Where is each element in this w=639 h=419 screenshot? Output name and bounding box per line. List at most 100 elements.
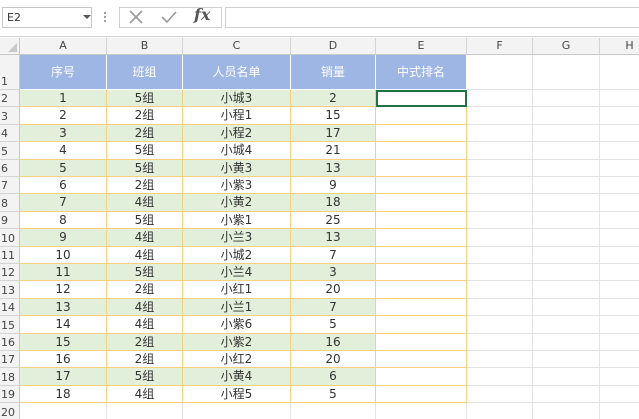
cell-f1[interactable] — [467, 55, 533, 90]
cell-f2[interactable] — [467, 90, 533, 108]
table-cell[interactable]: 12 — [20, 281, 107, 299]
row-header-6[interactable]: 6 — [0, 159, 20, 177]
table-cell[interactable]: 4组 — [107, 298, 183, 317]
cell-g4[interactable] — [533, 124, 600, 143]
cell-g6[interactable] — [533, 159, 600, 177]
table-cell[interactable]: 2组 — [107, 333, 183, 351]
table-cell[interactable]: 21 — [291, 142, 376, 160]
table-cell[interactable]: 4组 — [107, 385, 183, 404]
cell-b20[interactable] — [107, 403, 183, 419]
table-cell[interactable]: 6 — [291, 368, 376, 386]
cell-h8[interactable] — [600, 194, 639, 212]
cell-g5[interactable] — [533, 142, 600, 160]
table-cell[interactable]: 3 — [20, 124, 107, 143]
table-cell[interactable]: 7 — [291, 246, 376, 264]
table-cell[interactable]: 9 — [20, 229, 107, 247]
table-cell[interactable]: 18 — [291, 194, 376, 212]
cell-f12[interactable] — [467, 264, 533, 282]
cell-h10[interactable] — [600, 229, 639, 247]
cell-d20[interactable] — [291, 403, 376, 419]
column-header-c[interactable]: C — [183, 38, 291, 55]
table-cell[interactable]: 小城4 — [183, 142, 291, 160]
cancel-x-icon[interactable] — [128, 9, 144, 25]
table-cell[interactable] — [376, 194, 467, 212]
table-cell[interactable]: 7 — [291, 298, 376, 317]
column-header-d[interactable]: D — [291, 38, 376, 55]
table-cell[interactable]: 小兰3 — [183, 229, 291, 247]
table-header-cell[interactable]: 序号 — [20, 55, 107, 90]
table-cell[interactable]: 小紫1 — [183, 211, 291, 230]
table-cell[interactable] — [376, 142, 467, 160]
table-cell[interactable]: 13 — [291, 159, 376, 177]
cell-f15[interactable] — [467, 316, 533, 334]
table-cell[interactable] — [376, 281, 467, 299]
table-cell[interactable]: 5组 — [107, 90, 183, 108]
table-cell[interactable]: 小城2 — [183, 246, 291, 264]
column-header-b[interactable]: B — [107, 38, 183, 55]
table-cell[interactable]: 11 — [20, 264, 107, 282]
table-cell[interactable]: 小红1 — [183, 281, 291, 299]
table-cell[interactable]: 20 — [291, 351, 376, 369]
cell-h19[interactable] — [600, 386, 639, 404]
table-cell[interactable]: 小程5 — [183, 385, 291, 404]
table-cell[interactable]: 2组 — [107, 351, 183, 369]
table-cell[interactable]: 小紫3 — [183, 177, 291, 195]
table-cell[interactable] — [376, 385, 467, 404]
formula-input[interactable] — [225, 7, 639, 28]
row-header-3[interactable]: 3 — [0, 107, 20, 125]
table-cell[interactable]: 小兰1 — [183, 298, 291, 317]
table-cell[interactable]: 25 — [291, 211, 376, 230]
cell-g12[interactable] — [533, 264, 600, 282]
cell-g9[interactable] — [533, 211, 600, 230]
table-cell[interactable]: 6 — [20, 177, 107, 195]
row-header-1[interactable]: 1 — [0, 55, 20, 90]
table-header-cell[interactable]: 中式排名 — [376, 55, 467, 90]
row-header-20[interactable]: 20 — [0, 403, 20, 419]
table-cell[interactable]: 2 — [291, 90, 376, 108]
table-cell[interactable]: 小黄4 — [183, 368, 291, 386]
table-cell[interactable]: 13 — [20, 298, 107, 317]
row-header-7[interactable]: 7 — [0, 177, 20, 195]
table-header-cell[interactable]: 班组 — [107, 55, 183, 90]
table-cell[interactable] — [376, 264, 467, 282]
table-cell[interactable]: 14 — [20, 316, 107, 334]
cell-c20[interactable] — [183, 403, 291, 419]
table-cell[interactable]: 5组 — [107, 159, 183, 177]
table-cell[interactable]: 8 — [20, 211, 107, 230]
table-cell[interactable] — [376, 316, 467, 334]
table-cell[interactable] — [376, 246, 467, 264]
cell-h16[interactable] — [600, 334, 639, 351]
cell-g7[interactable] — [533, 177, 600, 195]
table-cell[interactable]: 16 — [291, 333, 376, 351]
table-cell[interactable]: 7 — [20, 194, 107, 212]
cell-g15[interactable] — [533, 316, 600, 334]
table-cell[interactable] — [376, 159, 467, 177]
row-header-16[interactable]: 16 — [0, 333, 20, 351]
table-cell[interactable]: 4组 — [107, 229, 183, 247]
row-header-11[interactable]: 11 — [0, 246, 20, 264]
cell-f6[interactable] — [467, 159, 533, 177]
column-header-e[interactable]: E — [376, 38, 467, 55]
table-cell[interactable]: 13 — [291, 229, 376, 247]
row-header-10[interactable]: 10 — [0, 229, 20, 247]
cell-g13[interactable] — [533, 281, 600, 299]
row-header-14[interactable]: 14 — [0, 298, 20, 317]
row-header-13[interactable]: 13 — [0, 281, 20, 299]
cell-e20[interactable] — [376, 403, 467, 419]
cell-h11[interactable] — [600, 247, 639, 264]
table-cell[interactable]: 15 — [20, 333, 107, 351]
table-cell[interactable] — [376, 298, 467, 317]
name-box[interactable]: E2 — [2, 7, 92, 28]
table-cell[interactable]: 5组 — [107, 211, 183, 230]
row-header-5[interactable]: 5 — [0, 142, 20, 160]
selected-cell-e2[interactable] — [376, 90, 467, 108]
cell-h12[interactable] — [600, 264, 639, 282]
row-header-9[interactable]: 9 — [0, 211, 20, 230]
cell-g17[interactable] — [533, 351, 600, 369]
table-cell[interactable]: 2组 — [107, 281, 183, 299]
cell-h1[interactable] — [600, 55, 639, 90]
table-header-cell[interactable]: 人员名单 — [183, 55, 291, 90]
table-cell[interactable] — [376, 368, 467, 386]
cell-f8[interactable] — [467, 194, 533, 212]
table-cell[interactable]: 16 — [20, 351, 107, 369]
